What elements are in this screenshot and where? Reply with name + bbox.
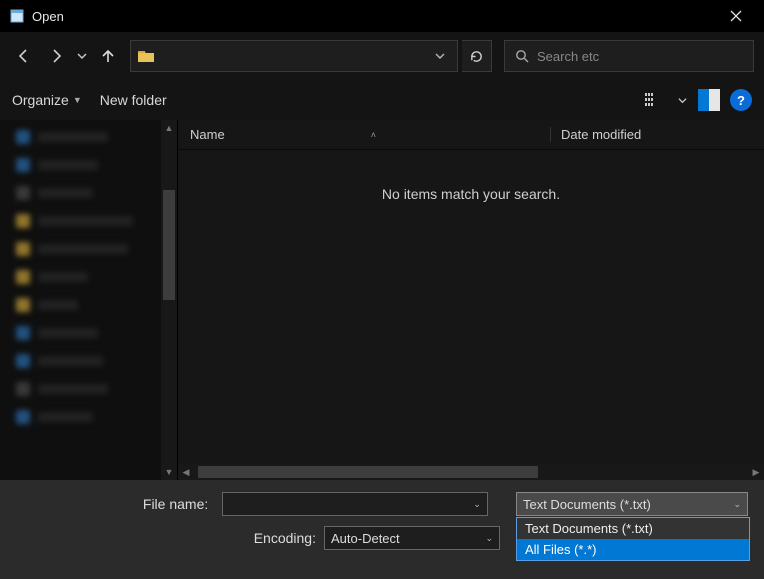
encoding-label: Encoding: xyxy=(230,530,316,546)
chevron-down-icon[interactable]: ⌄ xyxy=(485,533,493,544)
column-header-date[interactable]: Date modified xyxy=(550,127,641,142)
filter-option-txt[interactable]: Text Documents (*.txt) xyxy=(517,518,749,539)
sidebar-item[interactable] xyxy=(4,324,173,342)
sidebar-item[interactable] xyxy=(4,268,173,286)
footer: File name: ⌄ Text Documents (*.txt) ⌄ Te… xyxy=(0,480,764,579)
hscrollbar-thumb[interactable] xyxy=(198,466,538,478)
scroll-left-icon[interactable]: ◀ xyxy=(178,467,194,478)
sidebar-item[interactable] xyxy=(4,240,173,258)
view-dropdown-icon[interactable] xyxy=(676,88,688,112)
preview-pane-button[interactable] xyxy=(698,89,720,111)
address-dropdown-icon[interactable] xyxy=(429,51,451,61)
column-header-name[interactable]: Name ˄ xyxy=(190,127,550,142)
sidebar-item[interactable] xyxy=(4,380,173,398)
encoding-value: Auto-Detect xyxy=(331,531,400,546)
file-name-input[interactable]: ⌄ xyxy=(222,492,488,516)
horizontal-scrollbar[interactable]: ◀ ▶ xyxy=(178,464,764,480)
column-name-label: Name xyxy=(190,127,225,142)
close-button[interactable] xyxy=(716,0,756,32)
up-button[interactable] xyxy=(94,42,122,70)
chevron-down-icon: ▼ xyxy=(73,95,82,105)
empty-message: No items match your search. xyxy=(382,186,560,202)
new-folder-button[interactable]: New folder xyxy=(100,92,167,108)
navigation-row: Search etc xyxy=(0,32,764,80)
main-area: ▲ ▼ Name ˄ Date modified No items match … xyxy=(0,120,764,480)
sort-indicator-icon: ˄ xyxy=(371,130,376,140)
app-icon xyxy=(8,7,26,25)
scroll-right-icon[interactable]: ▶ xyxy=(748,467,764,478)
sidebar-item[interactable] xyxy=(4,212,173,230)
sidebar-scrollbar[interactable]: ▲ ▼ xyxy=(161,120,177,480)
view-mode-button[interactable] xyxy=(642,88,666,112)
folder-icon xyxy=(137,47,155,65)
back-button[interactable] xyxy=(10,42,38,70)
search-placeholder: Search etc xyxy=(537,49,599,64)
file-list-body: No items match your search. xyxy=(178,150,764,464)
address-bar[interactable] xyxy=(130,40,458,72)
help-button[interactable]: ? xyxy=(730,89,752,111)
file-type-filter[interactable]: Text Documents (*.txt) ⌄ Text Documents … xyxy=(516,492,748,516)
navigation-pane[interactable]: ▲ ▼ xyxy=(0,120,178,480)
sidebar-item[interactable] xyxy=(4,156,173,174)
sidebar-item[interactable] xyxy=(4,408,173,426)
window-title: Open xyxy=(32,9,64,24)
sidebar-item[interactable] xyxy=(4,296,173,314)
sidebar-item[interactable] xyxy=(4,184,173,202)
file-name-label: File name: xyxy=(16,496,214,512)
title-bar: Open xyxy=(0,0,764,32)
forward-button[interactable] xyxy=(42,42,70,70)
encoding-select[interactable]: Auto-Detect ⌄ xyxy=(324,526,500,550)
scroll-up-icon[interactable]: ▲ xyxy=(161,120,177,136)
scroll-down-icon[interactable]: ▼ xyxy=(161,464,177,480)
refresh-button[interactable] xyxy=(462,40,492,72)
file-type-dropdown: Text Documents (*.txt) All Files (*.*) xyxy=(516,517,750,561)
recent-dropdown-icon[interactable] xyxy=(74,42,90,70)
column-headers: Name ˄ Date modified xyxy=(178,120,764,150)
organize-label: Organize xyxy=(12,92,69,108)
sidebar-item[interactable] xyxy=(4,128,173,146)
scrollbar-thumb[interactable] xyxy=(163,190,175,300)
file-list-area: Name ˄ Date modified No items match your… xyxy=(178,120,764,480)
toolbar: Organize ▼ New folder ? xyxy=(0,80,764,120)
search-box[interactable]: Search etc xyxy=(504,40,754,72)
file-type-selected: Text Documents (*.txt) xyxy=(523,497,651,512)
chevron-down-icon[interactable]: ⌄ xyxy=(473,499,481,510)
search-icon xyxy=(515,49,529,63)
sidebar-item[interactable] xyxy=(4,352,173,370)
organize-button[interactable]: Organize ▼ xyxy=(12,92,82,108)
chevron-down-icon[interactable]: ⌄ xyxy=(733,499,741,510)
filter-option-all[interactable]: All Files (*.*) xyxy=(517,539,749,560)
